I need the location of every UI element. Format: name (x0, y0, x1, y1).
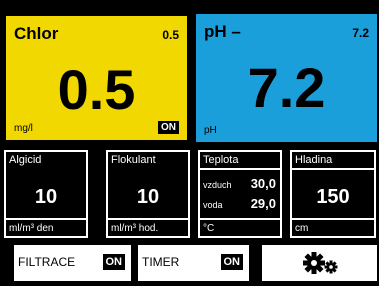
algicid-tile[interactable]: Algicid 10 ml/m³ den (4, 150, 88, 238)
hladina-title: Hladina (295, 154, 333, 166)
hladina-divider (292, 218, 374, 220)
chlor-unit: mg/l (14, 123, 33, 134)
timer-button[interactable]: TIMER ON (138, 245, 249, 281)
flokulant-divider (108, 218, 188, 220)
hladina-unit: cm (295, 223, 309, 234)
teplota-divider (200, 218, 280, 220)
flokulant-value: 10 (136, 186, 160, 208)
ph-setpoint: 7.2 (352, 26, 369, 40)
filtrace-button[interactable]: FILTRACE ON (14, 245, 131, 281)
ph-unit: pH (204, 125, 217, 136)
teplota-water-label: voda (203, 200, 223, 210)
algicid-unit: ml/m³ den (9, 223, 54, 234)
timer-label: TIMER (142, 255, 180, 269)
teplota-water-value: 29,0 (250, 196, 276, 211)
algicid-value: 10 (34, 186, 58, 208)
ph-title: pH – (204, 22, 241, 41)
filtrace-label: FILTRACE (18, 255, 76, 269)
filtrace-status-badge: ON (102, 254, 125, 270)
chlor-status-badge: ON (158, 121, 179, 134)
hladina-tile[interactable]: Hladina 150 cm (290, 150, 376, 238)
teplota-water-row: voda 29,0 (203, 196, 276, 211)
chlor-title: Chlor (14, 24, 59, 43)
algicid-title: Algicid (9, 154, 42, 166)
chlor-setpoint: 0.5 (162, 28, 179, 42)
chlor-panel[interactable]: Chlor 0.5 0.5 mg/l ON (4, 14, 189, 142)
timer-status-badge: ON (220, 254, 243, 270)
flokulant-tile[interactable]: Flokulant 10 ml/m³ hod. (106, 150, 190, 238)
settings-button[interactable] (262, 245, 377, 281)
ph-value: 7.2 (247, 56, 326, 119)
teplota-air-value: 30,0 (250, 176, 276, 191)
hladina-top-divider (292, 168, 374, 170)
ph-panel[interactable]: pH – 7.2 7.2 pH (196, 14, 377, 142)
hladina-value: 150 (316, 186, 350, 208)
flokulant-title: Flokulant (111, 154, 156, 166)
teplota-unit: °C (203, 223, 215, 234)
teplota-air-row: vzduch 30,0 (203, 176, 276, 191)
gears-icon (303, 252, 338, 274)
teplota-air-label: vzduch (203, 180, 232, 190)
teplota-tile[interactable]: Teplota vzduch 30,0 voda 29,0 °C (198, 150, 282, 238)
algicid-divider (6, 218, 86, 220)
teplota-title: Teplota (203, 154, 239, 166)
chlor-value: 0.5 (57, 58, 136, 121)
flokulant-unit: ml/m³ hod. (111, 223, 159, 234)
teplota-top-divider (200, 168, 280, 170)
